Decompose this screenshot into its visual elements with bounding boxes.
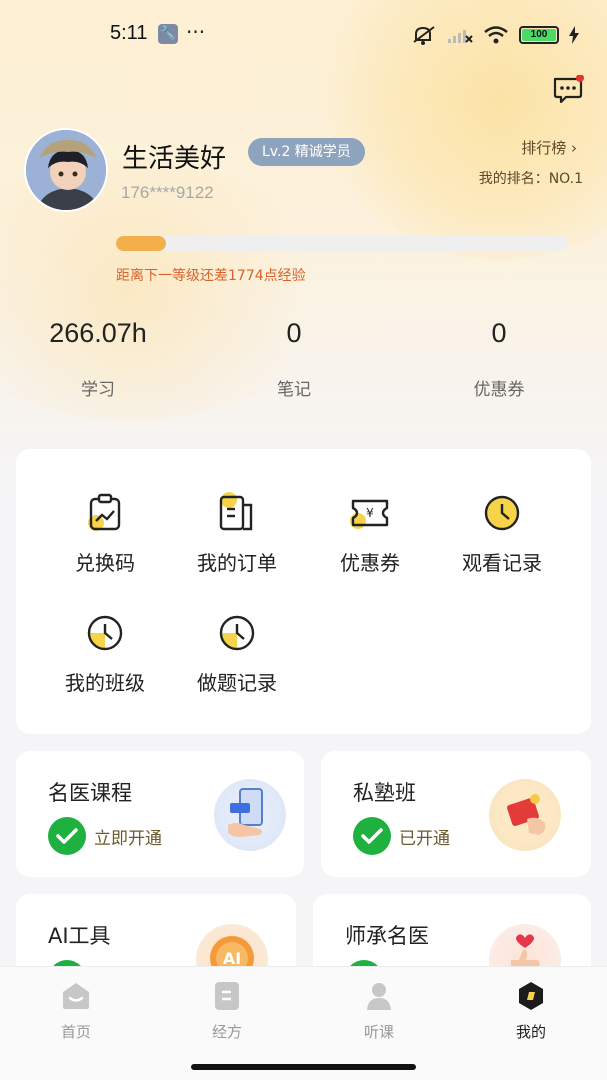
- status-bar: 5:11 🔧 ··· 100: [0, 0, 607, 70]
- phone-hand-icon: [214, 779, 286, 851]
- redeem-code-icon: [83, 491, 127, 535]
- func-my-orders[interactable]: 我的订单: [177, 491, 297, 576]
- func-label: 兑换码: [75, 551, 135, 575]
- wifi-icon: [484, 26, 508, 44]
- profile-hex-icon: [516, 981, 546, 1011]
- tab-lectures[interactable]: 听课: [329, 981, 429, 1042]
- stat-label: 笔记: [277, 380, 311, 400]
- promo-title: 师承名医: [345, 924, 429, 948]
- person-icon: [364, 981, 394, 1011]
- stat-study[interactable]: 266.07h 学习: [18, 318, 178, 400]
- bottom-tab-bar: 首页 经方 听课 我的: [0, 966, 607, 1080]
- avatar-illustration-icon: [26, 130, 106, 210]
- stat-label: 优惠券: [473, 380, 525, 400]
- level-progress-fill: [116, 236, 166, 251]
- tab-label: 首页: [60, 1023, 91, 1041]
- promo-private-class[interactable]: 私塾班 已开通: [321, 751, 591, 877]
- leaderboard-link[interactable]: 排行榜 ›: [521, 137, 577, 158]
- message-button[interactable]: [552, 74, 584, 105]
- promo-status-text: 立即开通: [94, 828, 162, 849]
- func-label: 做题记录: [197, 671, 277, 695]
- level-badge[interactable]: Lv.2 精诚学员: [248, 138, 365, 166]
- red-envelope-icon: [489, 779, 561, 851]
- func-coupons[interactable]: ¥ 优惠券: [310, 491, 430, 576]
- clock-icon: [83, 611, 127, 655]
- svg-text:¥: ¥: [366, 506, 374, 520]
- func-label: 我的订单: [197, 551, 277, 575]
- order-icon: [215, 491, 259, 535]
- wrench-icon: 🔧: [158, 24, 178, 44]
- home-indicator: [191, 1064, 416, 1070]
- my-rank: 我的排名：NO.1: [478, 171, 583, 187]
- status-time: 5:11: [110, 22, 148, 44]
- username: 生活美好: [122, 144, 227, 174]
- promo-status-text: 已开通: [399, 828, 450, 849]
- mute-icon: [413, 26, 435, 45]
- tab-label: 听课: [363, 1023, 394, 1041]
- func-label: 优惠券: [340, 551, 400, 575]
- tab-label: 经方: [211, 1023, 242, 1041]
- avatar[interactable]: [24, 128, 108, 212]
- function-grid: 兑换码 我的订单 ¥ 优惠券 观看记录 我的班级 做题记录: [16, 449, 591, 734]
- phone-number: 176****9122: [121, 183, 214, 202]
- coupon-icon: ¥: [348, 491, 392, 535]
- progress-hint: 距离下一等级还差1774点经验: [116, 268, 306, 284]
- tab-formulas[interactable]: 经方: [177, 981, 277, 1042]
- func-label: 我的班级: [65, 671, 145, 695]
- tab-mine[interactable]: 我的: [481, 981, 581, 1042]
- battery-icon: 100: [519, 26, 559, 44]
- promo-title: 私塾班: [353, 781, 416, 805]
- func-quiz-history[interactable]: 做题记录: [177, 611, 297, 696]
- stat-value: 0: [286, 318, 302, 348]
- check-icon: [353, 817, 391, 855]
- stat-label: 学习: [81, 380, 115, 400]
- stat-value: 0: [491, 318, 507, 348]
- clock-icon: [480, 491, 524, 535]
- level-progress-bar: [116, 236, 568, 251]
- tab-home[interactable]: 首页: [26, 981, 126, 1042]
- stat-value: 266.07h: [49, 318, 147, 348]
- charging-icon: [569, 26, 579, 44]
- signal-icon: [448, 30, 473, 43]
- stat-coupons[interactable]: 0 优惠券: [419, 318, 579, 400]
- check-icon: [48, 817, 86, 855]
- func-redeem-code[interactable]: 兑换码: [45, 491, 165, 576]
- func-watch-history[interactable]: 观看记录: [442, 491, 562, 576]
- clock-icon: [215, 611, 259, 655]
- book-icon: [212, 981, 242, 1011]
- func-my-class[interactable]: 我的班级: [45, 611, 165, 696]
- promo-title: AI工具: [48, 924, 111, 948]
- stat-notes[interactable]: 0 笔记: [214, 318, 374, 400]
- promo-title: 名医课程: [48, 781, 132, 805]
- promo-famous-doctor-course[interactable]: 名医课程 立即开通: [16, 751, 304, 877]
- promo-status: 立即开通: [48, 817, 162, 855]
- message-icon: [553, 74, 584, 104]
- promo-status: 已开通: [353, 817, 450, 855]
- home-icon: [61, 981, 91, 1011]
- func-label: 观看记录: [462, 551, 542, 575]
- more-dots-icon: ···: [186, 20, 206, 44]
- tab-label: 我的: [515, 1023, 546, 1041]
